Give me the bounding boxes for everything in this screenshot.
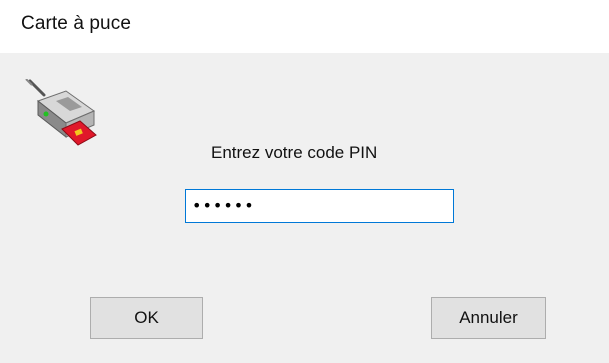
pin-input[interactable]: •••••• <box>185 189 454 223</box>
smart-card-reader-icon <box>22 78 104 151</box>
title-bar: Carte à puce <box>0 0 609 53</box>
smart-card-pin-dialog: Carte à puce Entrez votre code PIN •••••… <box>0 0 609 363</box>
window-title: Carte à puce <box>21 13 131 34</box>
dialog-body: Entrez votre code PIN •••••• OK Annuler <box>0 53 609 363</box>
cancel-button[interactable]: Annuler <box>431 297 546 339</box>
pin-prompt-label: Entrez votre code PIN <box>211 143 378 162</box>
ok-button[interactable]: OK <box>90 297 203 339</box>
